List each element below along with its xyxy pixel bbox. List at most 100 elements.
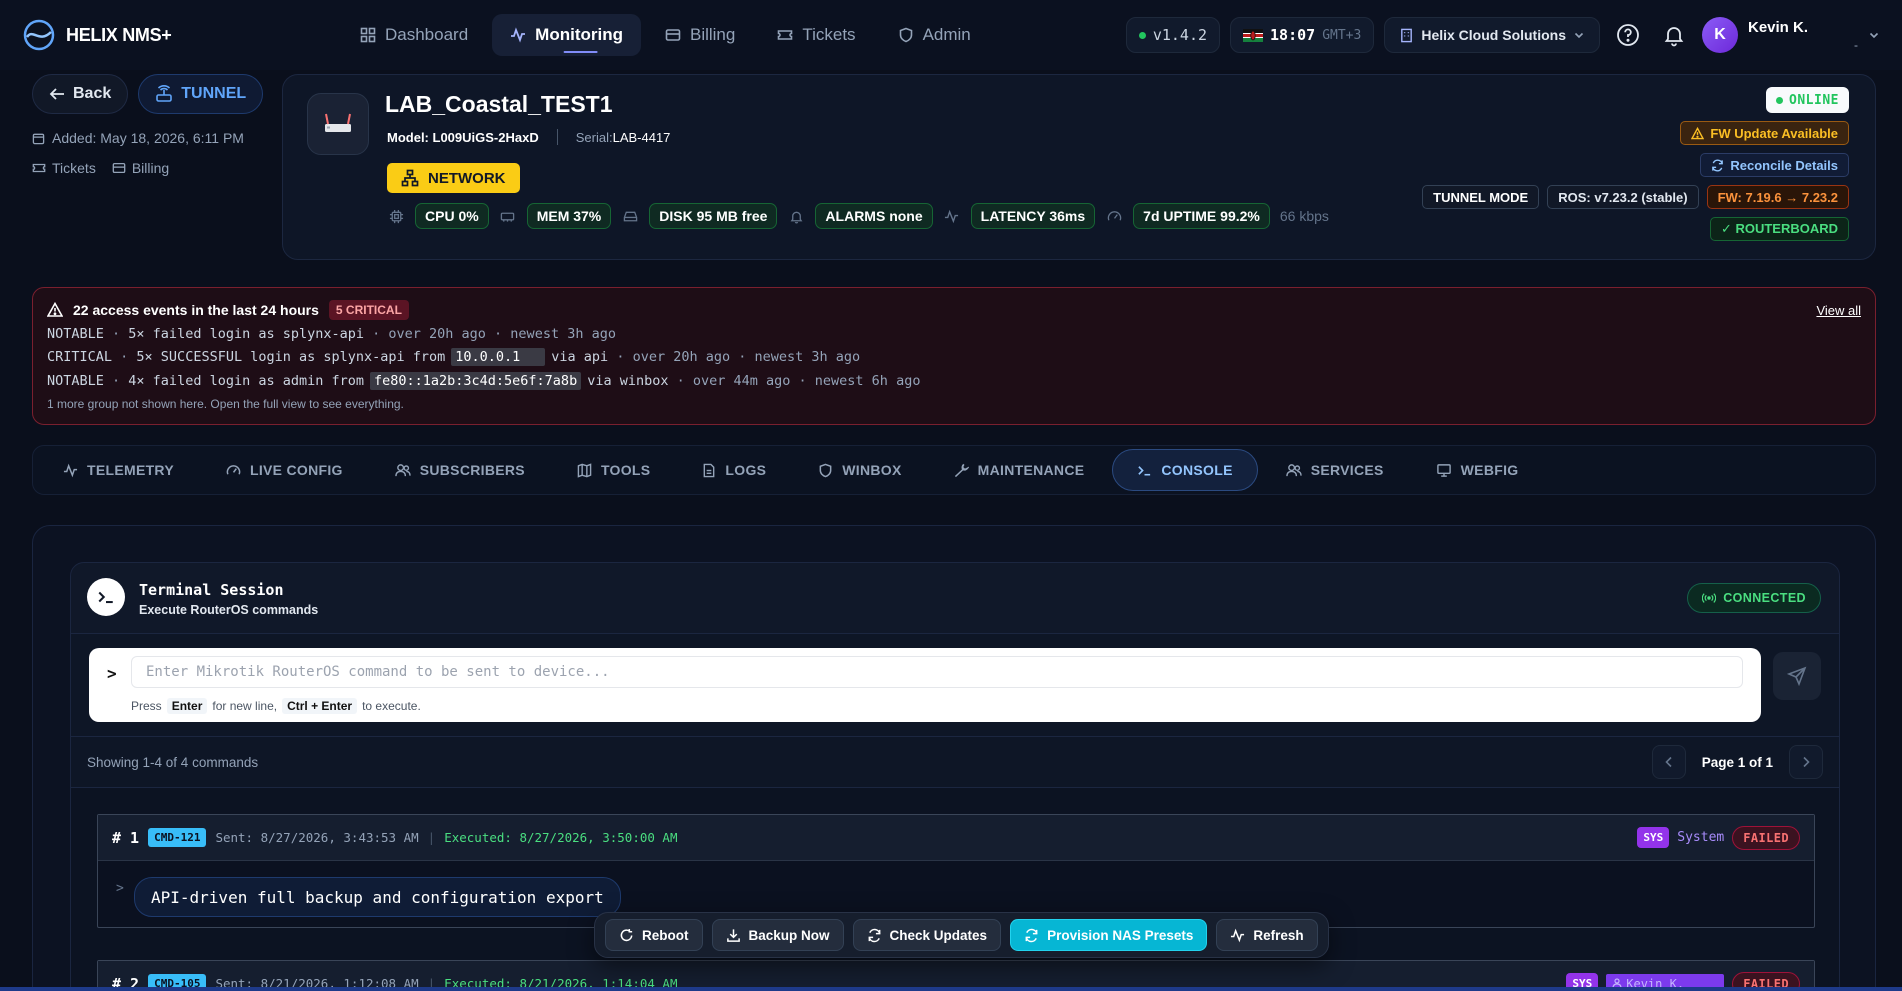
connection-status-badge: CONNECTED	[1687, 583, 1821, 613]
backup-now-button[interactable]: Backup Now	[711, 919, 844, 951]
activity-icon	[943, 207, 961, 225]
online-status-badge: ONLINE	[1766, 87, 1849, 113]
billing-link[interactable]: Billing	[112, 160, 169, 176]
executed-timestamp: Executed: 8/27/2026, 3:50:00 AM	[444, 830, 678, 845]
help-icon	[1616, 23, 1640, 47]
tickets-link[interactable]: Tickets	[32, 160, 96, 176]
event-text: 5× failed login as splynx-api	[128, 326, 364, 342]
tab-label: SUBSCRIBERS	[419, 462, 525, 478]
reboot-button[interactable]: Reboot	[605, 919, 703, 951]
command-input[interactable]	[131, 656, 1743, 688]
tab-maintenance[interactable]: MAINTENANCE	[930, 449, 1109, 491]
hint-key-ctrl-enter: Ctrl + Enter	[282, 698, 358, 714]
event-text: 5× SUCCESSFUL login as splynx-api from	[136, 349, 446, 365]
monitor-icon	[1436, 463, 1452, 478]
previous-page-button[interactable]	[1651, 745, 1686, 779]
router-thumbnail	[307, 93, 369, 155]
user-menu[interactable]: Kevin K. -	[1748, 19, 1858, 52]
tab-winbox[interactable]: WINBOX	[794, 449, 925, 491]
command-id-badge: CMD-121	[148, 828, 207, 847]
fw-update-badge[interactable]: FW Update Available	[1680, 121, 1849, 145]
avatar[interactable]: K	[1702, 17, 1738, 53]
device-status-column: ONLINE FW Update Available Reconcile Det…	[1422, 87, 1849, 241]
tab-telemetry[interactable]: TELEMETRY	[39, 449, 198, 491]
tab-label: WEBFIG	[1460, 462, 1519, 478]
nav-label: Monitoring	[535, 25, 623, 44]
nav-tickets[interactable]: Tickets	[759, 14, 873, 56]
command-prompt: >	[116, 881, 124, 896]
router-icon	[155, 85, 173, 103]
tab-webfig[interactable]: WEBFIG	[1412, 449, 1543, 491]
refresh-label: Refresh	[1253, 927, 1304, 943]
tab-tools[interactable]: TOOLS	[553, 449, 674, 491]
gauge-icon	[1105, 207, 1123, 225]
critical-count-badge: 5 CRITICAL	[328, 300, 409, 320]
reconcile-details-button[interactable]: Reconcile Details	[1700, 153, 1849, 177]
event-timing: over 44m ago · newest 6h ago	[692, 373, 921, 389]
refresh-button[interactable]: Refresh	[1216, 919, 1318, 951]
org-selector[interactable]: Helix Cloud Solutions	[1384, 17, 1600, 53]
helix-logo-icon	[22, 18, 56, 52]
terminal-title: Terminal Session	[139, 581, 284, 599]
latency-stat: LATENCY 36ms	[970, 203, 1096, 229]
backup-label: Backup Now	[748, 927, 830, 943]
quick-links: Tickets Billing	[32, 160, 272, 176]
download-icon	[726, 928, 741, 943]
serial-field: Serial:LAB-4417	[576, 130, 671, 145]
command-text[interactable]: API-driven full backup and configuration…	[134, 877, 621, 917]
terminal-icon	[1137, 463, 1152, 478]
cpu-icon	[387, 207, 405, 225]
rotate-icon	[619, 928, 634, 943]
send-command-button[interactable]	[1773, 652, 1821, 700]
event-timing: over 20h ago · newest 3h ago	[388, 326, 616, 342]
network-badge[interactable]: NETWORK	[387, 163, 520, 193]
event-level: NOTABLE	[47, 326, 104, 342]
tab-services[interactable]: SERVICES	[1262, 449, 1408, 491]
activity-icon	[1230, 928, 1245, 943]
clock-timezone: GMT+3	[1322, 27, 1362, 43]
tab-live-config[interactable]: LIVE CONFIG	[202, 449, 367, 491]
alert-title: 22 access events in the last 24 hours	[73, 302, 319, 318]
model-value: L009UiGS-2HaxD	[432, 129, 539, 145]
chevron-down-icon[interactable]	[1868, 29, 1880, 41]
help-button[interactable]	[1610, 17, 1646, 53]
tunnel-button[interactable]: TUNNEL	[138, 74, 264, 114]
notifications-button[interactable]	[1656, 17, 1692, 53]
tab-console[interactable]: CONSOLE	[1112, 449, 1258, 491]
refresh-icon	[1024, 928, 1039, 943]
reconcile-label: Reconcile Details	[1730, 157, 1838, 173]
hint-text: to execute.	[362, 699, 421, 713]
hint-text: for new line,	[212, 699, 278, 713]
nav-monitoring[interactable]: Monitoring	[492, 14, 641, 56]
event-text: 4× failed login as admin from	[128, 373, 364, 389]
chevron-right-icon	[1801, 756, 1811, 768]
top-right-controls: v1.4.2 18:07 GMT+3 Helix Cloud Solutions…	[1125, 17, 1880, 53]
calendar-icon	[32, 132, 45, 145]
kenya-flag-icon	[1243, 28, 1264, 42]
hint-key-enter: Enter	[166, 698, 208, 714]
event-timing: over 20h ago · newest 3h ago	[632, 349, 861, 365]
event-level: NOTABLE	[47, 373, 104, 389]
activity-icon	[63, 463, 78, 478]
brand[interactable]: HELIX NMS+	[22, 18, 342, 52]
check-updates-button[interactable]: Check Updates	[852, 919, 1002, 951]
terminal-icon	[87, 578, 125, 616]
check-updates-label: Check Updates	[889, 927, 988, 943]
next-page-button[interactable]	[1789, 745, 1823, 779]
nav-dashboard[interactable]: Dashboard	[342, 14, 486, 56]
nav-admin[interactable]: Admin	[880, 14, 989, 56]
tab-subscribers[interactable]: SUBSCRIBERS	[371, 449, 549, 491]
serial-label: Serial:	[575, 129, 613, 145]
view-all-link[interactable]: View all	[1816, 303, 1861, 318]
tab-logs[interactable]: LOGS	[678, 449, 790, 491]
command-item: # 1 CMD-121 Sent: 8/27/2026, 3:43:53 AM …	[97, 814, 1815, 928]
divider: |	[427, 830, 436, 845]
provision-nas-presets-button[interactable]: Provision NAS Presets	[1010, 919, 1208, 951]
tab-label: CONSOLE	[1161, 462, 1233, 478]
tab-label: LOGS	[725, 462, 767, 478]
tickets-link-label: Tickets	[52, 160, 96, 176]
command-number: # 1	[112, 828, 140, 847]
sys-badge: SYS	[1637, 827, 1670, 848]
back-button[interactable]: Back	[32, 74, 129, 114]
nav-billing[interactable]: Billing	[647, 14, 753, 56]
